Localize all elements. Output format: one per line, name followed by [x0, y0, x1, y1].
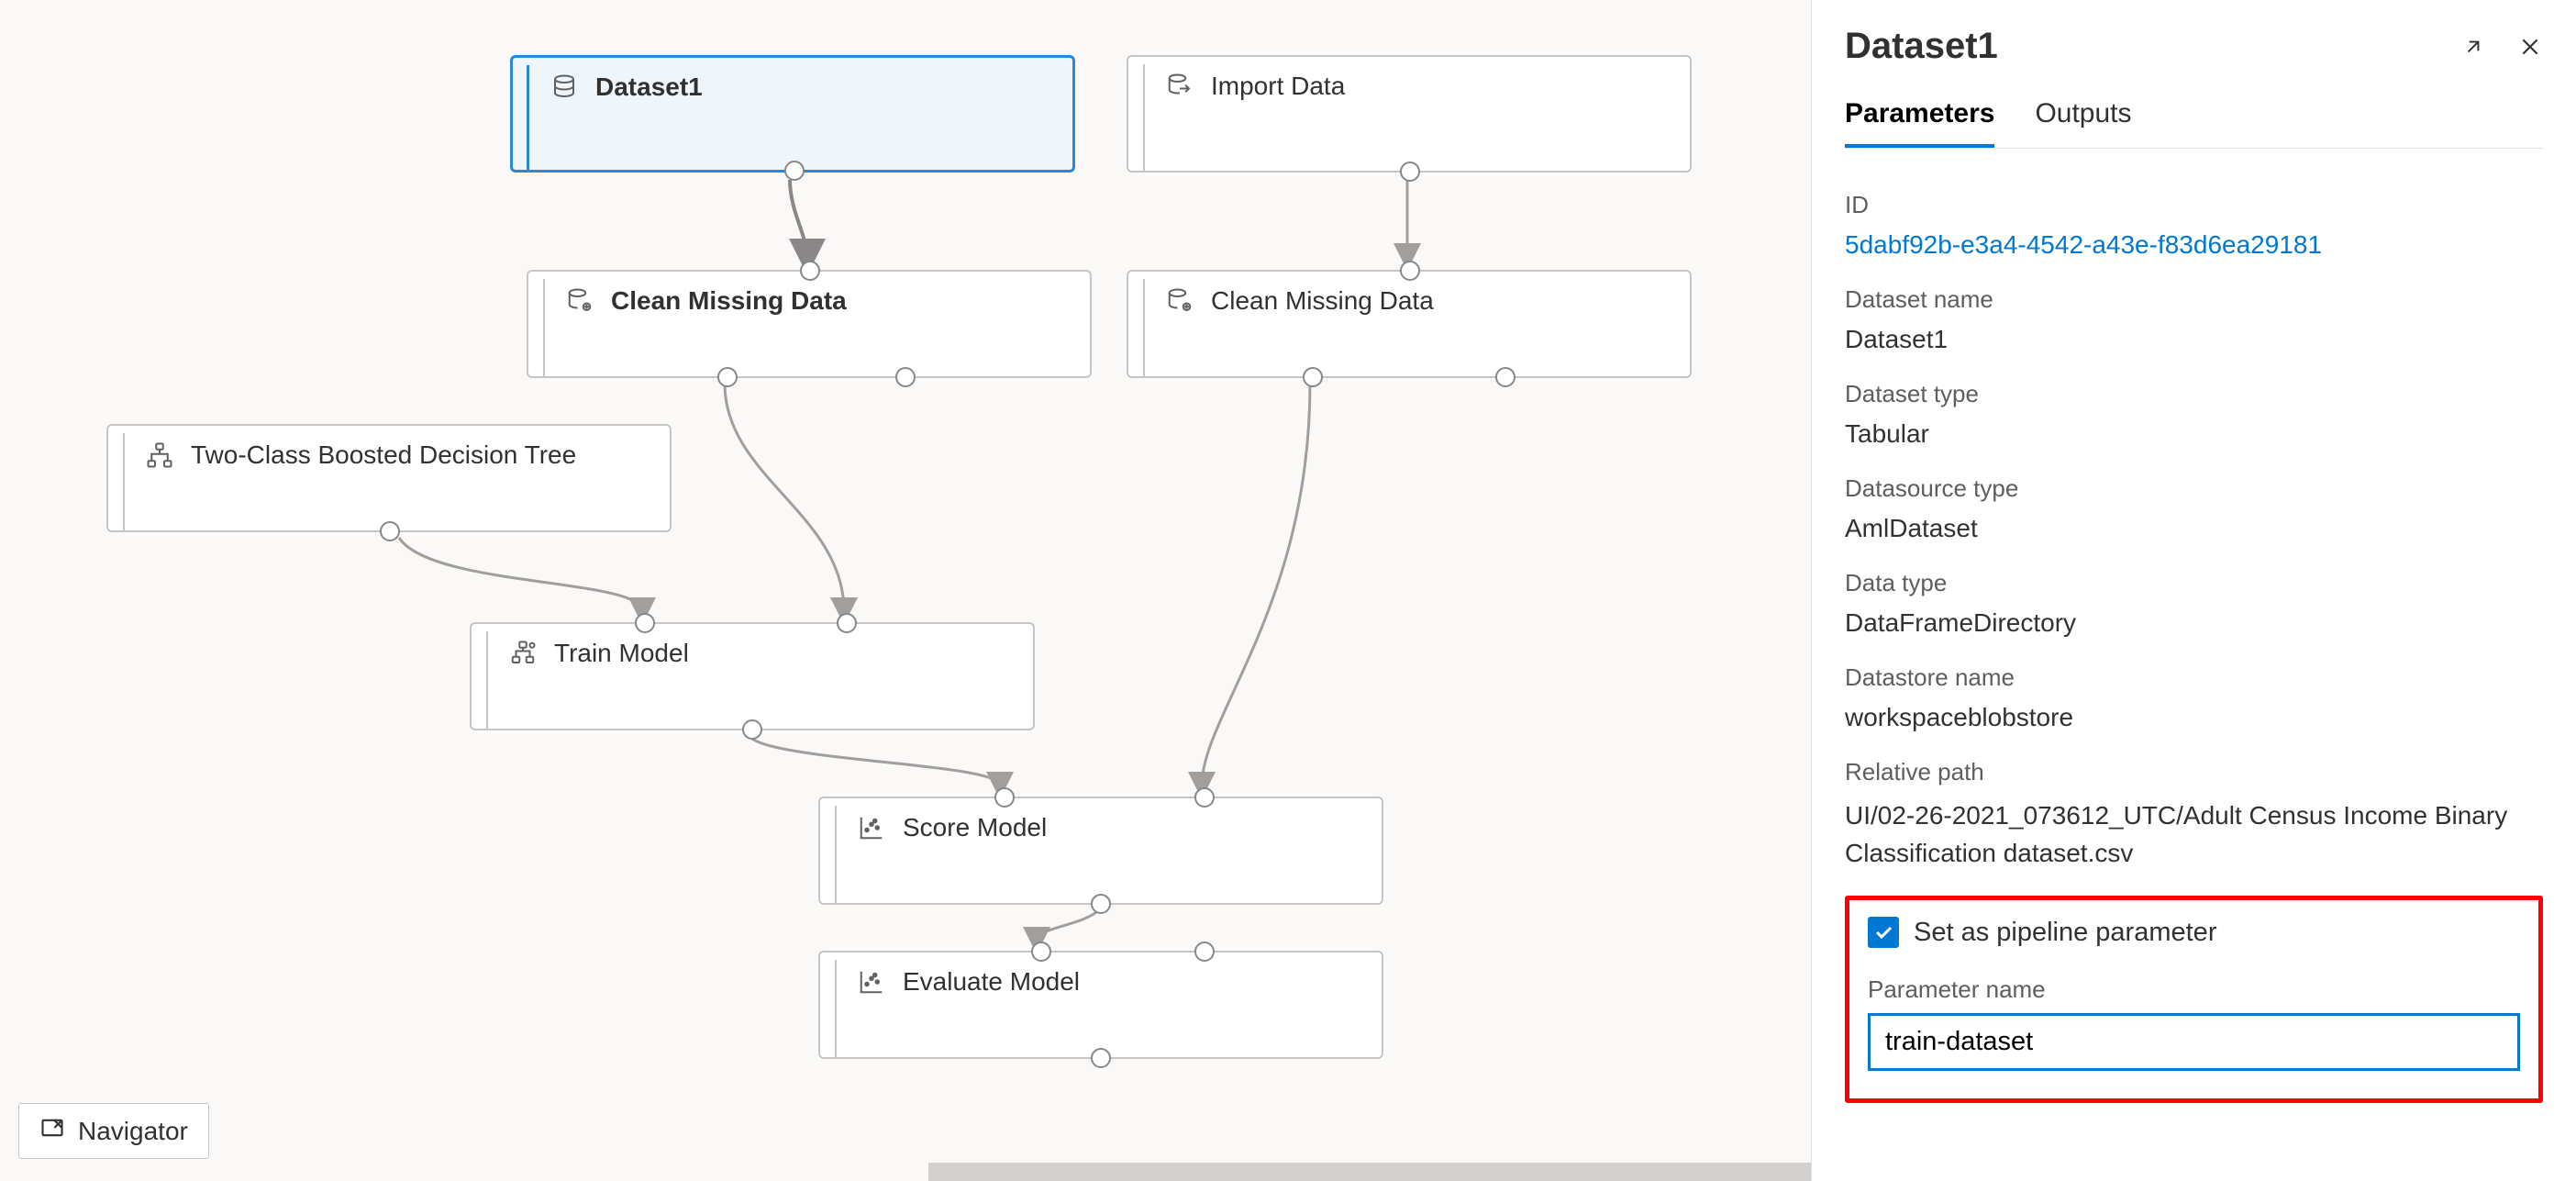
- node-stripe: [110, 433, 125, 530]
- import-icon: [1165, 72, 1194, 101]
- node-stripe: [515, 65, 529, 170]
- set-pipeline-parameter-label: Set as pipeline parameter: [1914, 918, 2216, 948]
- panel-header: Dataset1: [1845, 26, 2543, 67]
- expand-icon[interactable]: [2460, 34, 2486, 60]
- clean-data-icon: [565, 286, 594, 316]
- node-stripe: [1130, 279, 1145, 376]
- value-relative-path: UI/02-26-2021_073612_UTC/Adult Census In…: [1845, 797, 2543, 872]
- output-port[interactable]: [1400, 162, 1420, 182]
- node-clean-missing-right[interactable]: Clean Missing Data: [1127, 270, 1692, 378]
- tab-outputs[interactable]: Outputs: [2035, 98, 2131, 148]
- label-datastore-name: Datastore name: [1845, 663, 2543, 692]
- set-pipeline-parameter-row[interactable]: Set as pipeline parameter: [1868, 917, 2520, 948]
- value-datasource-type: AmlDataset: [1845, 514, 2543, 543]
- label-dataset-type: Dataset type: [1845, 380, 2543, 408]
- input-port-1[interactable]: [635, 613, 655, 633]
- input-port-2[interactable]: [837, 613, 857, 633]
- input-port[interactable]: [1400, 261, 1420, 281]
- node-label: Dataset1: [595, 72, 703, 102]
- parameter-name-input[interactable]: [1868, 1013, 2520, 1071]
- value-dataset-name: Dataset1: [1845, 325, 2543, 354]
- node-label: Evaluate Model: [903, 967, 1080, 997]
- node-train-model[interactable]: Train Model: [470, 622, 1035, 730]
- node-clean-missing-left[interactable]: Clean Missing Data: [527, 270, 1092, 378]
- panel-tabs: Parameters Outputs: [1845, 98, 2543, 149]
- value-dataset-type: Tabular: [1845, 419, 2543, 449]
- node-stripe: [1130, 64, 1145, 171]
- database-icon: [550, 72, 579, 102]
- tree-icon: [145, 440, 174, 470]
- output-port[interactable]: [1091, 894, 1111, 914]
- node-stripe: [473, 631, 488, 729]
- value-data-type: DataFrameDirectory: [1845, 608, 2543, 638]
- node-label: Clean Missing Data: [611, 286, 847, 316]
- parameter-name-label: Parameter name: [1868, 975, 2520, 1004]
- navigator-label: Navigator: [78, 1117, 188, 1146]
- value-datastore-name: workspaceblobstore: [1845, 703, 2543, 732]
- horizontal-scrollbar[interactable]: [928, 1163, 1811, 1181]
- input-port-2[interactable]: [1194, 941, 1215, 962]
- node-label: Train Model: [554, 639, 689, 668]
- output-port[interactable]: [1091, 1048, 1111, 1068]
- scatter-icon: [857, 967, 886, 997]
- node-import-data[interactable]: Import Data: [1127, 55, 1692, 173]
- pipeline-parameter-section: Set as pipeline parameter Parameter name: [1845, 896, 2543, 1103]
- panel-fields: ID 5dabf92b-e3a4-4542-a43e-f83d6ea29181 …: [1845, 173, 2543, 872]
- label-datasource-type: Datasource type: [1845, 474, 2543, 503]
- input-port-1[interactable]: [994, 787, 1015, 808]
- node-label: Import Data: [1211, 72, 1345, 101]
- app-root: Dataset1 Import Data Clean Missing Dat: [0, 0, 2576, 1181]
- node-label: Score Model: [903, 813, 1047, 842]
- output-port-2[interactable]: [895, 367, 916, 387]
- close-icon[interactable]: [2517, 34, 2543, 60]
- node-stripe: [822, 960, 837, 1057]
- node-evaluate-model[interactable]: Evaluate Model: [818, 951, 1383, 1059]
- node-label: Two-Class Boosted Decision Tree: [191, 440, 576, 470]
- output-port[interactable]: [742, 719, 762, 740]
- tab-parameters[interactable]: Parameters: [1845, 98, 1994, 148]
- label-data-type: Data type: [1845, 569, 2543, 597]
- clean-data-icon: [1165, 286, 1194, 316]
- navigator-icon: [39, 1115, 65, 1147]
- output-port-1[interactable]: [717, 367, 738, 387]
- node-stripe: [530, 279, 545, 376]
- label-relative-path: Relative path: [1845, 758, 2543, 786]
- value-id[interactable]: 5dabf92b-e3a4-4542-a43e-f83d6ea29181: [1845, 230, 2543, 260]
- node-two-class-boosted[interactable]: Two-Class Boosted Decision Tree: [106, 424, 672, 532]
- node-stripe: [822, 806, 837, 903]
- label-dataset-name: Dataset name: [1845, 285, 2543, 314]
- details-panel: Dataset1 Parameters Outputs ID 5dabf92b-…: [1811, 0, 2576, 1181]
- train-icon: [508, 639, 538, 668]
- output-port-2[interactable]: [1495, 367, 1516, 387]
- node-score-model[interactable]: Score Model: [818, 797, 1383, 905]
- label-id: ID: [1845, 191, 2543, 219]
- node-label: Clean Missing Data: [1211, 286, 1434, 316]
- output-port-1[interactable]: [1303, 367, 1323, 387]
- set-pipeline-parameter-checkbox[interactable]: [1868, 917, 1899, 948]
- pipeline-canvas[interactable]: Dataset1 Import Data Clean Missing Dat: [0, 0, 1811, 1181]
- input-port-1[interactable]: [1031, 941, 1051, 962]
- scatter-icon: [857, 813, 886, 842]
- panel-title: Dataset1: [1845, 26, 1998, 67]
- output-port[interactable]: [380, 521, 400, 541]
- navigator-button[interactable]: Navigator: [18, 1103, 209, 1159]
- output-port[interactable]: [784, 161, 805, 181]
- node-dataset1[interactable]: Dataset1: [510, 55, 1075, 173]
- input-port[interactable]: [800, 261, 820, 281]
- input-port-2[interactable]: [1194, 787, 1215, 808]
